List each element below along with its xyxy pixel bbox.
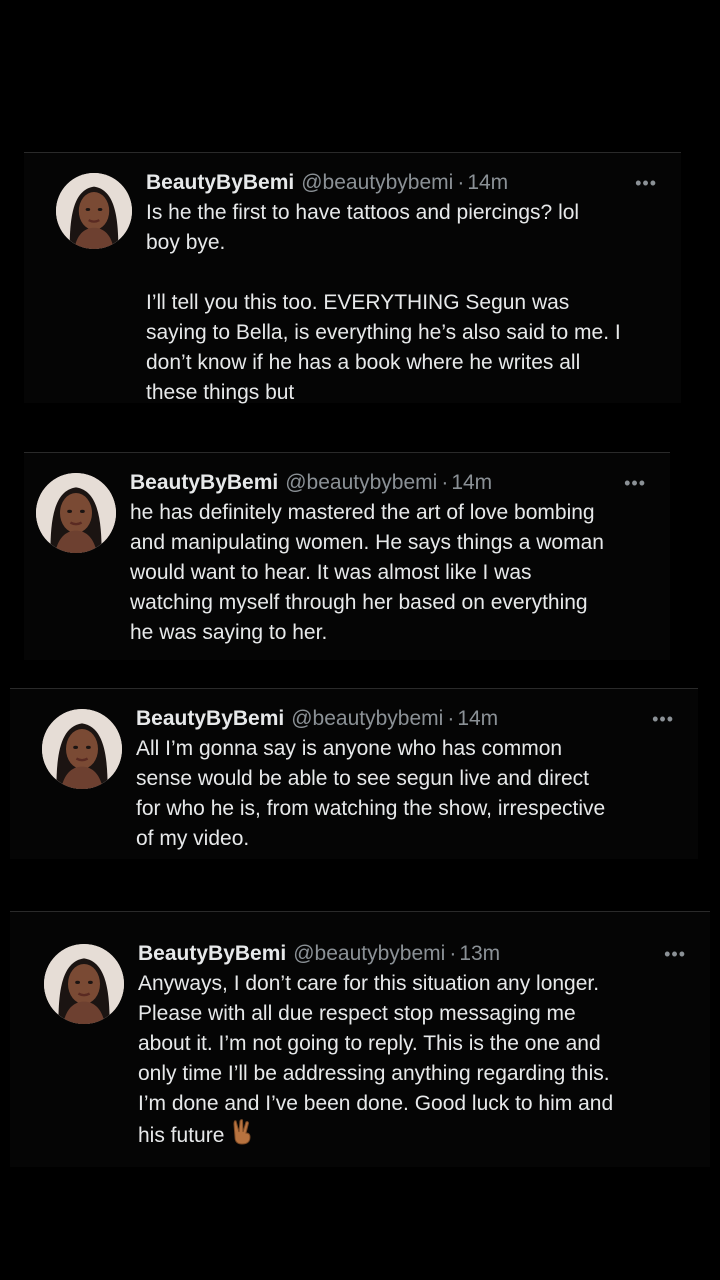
separator: · (457, 171, 465, 194)
separator: · (449, 942, 457, 965)
timestamp[interactable]: 14m (467, 169, 508, 197)
timestamp[interactable]: 14m (457, 705, 498, 733)
separator: · (441, 471, 449, 494)
tweet-text-content: Anyways, I don’t care for this situation… (138, 972, 614, 1147)
tweet-text: All I’m gonna say is anyone who has comm… (136, 737, 606, 850)
separator: · (447, 707, 455, 730)
profile-photo-icon (56, 173, 132, 249)
handle[interactable]: @beautybybemi (293, 940, 445, 968)
avatar[interactable] (44, 944, 124, 1024)
profile-photo-icon (42, 709, 122, 789)
timestamp[interactable]: 14m (451, 469, 492, 497)
more-options-icon[interactable]: ••• (664, 944, 686, 965)
tweet-card[interactable]: BeautyByBemi @beautybybemi · 14m ••• All… (10, 688, 698, 859)
display-name[interactable]: BeautyByBemi (138, 940, 286, 968)
tweet-card[interactable]: BeautyByBemi @beautybybemi · 14m ••• he … (24, 452, 670, 660)
tweet-text: Anyways, I don’t care for this situation… (138, 969, 710, 1154)
timestamp[interactable]: 13m (459, 940, 500, 968)
display-name[interactable]: BeautyByBemi (130, 469, 278, 497)
tweet-card[interactable]: BeautyByBemi @beautybybemi · 13m ••• Any… (10, 911, 710, 1167)
profile-photo-icon (44, 944, 124, 1024)
tweet-card[interactable]: BeautyByBemi @beautybybemi · 14m ••• Is … (24, 152, 681, 404)
victory-hand-icon (230, 1119, 254, 1154)
tweet-text: Is he the first to have tattoos and pier… (146, 201, 621, 404)
tweet-text: he has definitely mastered the art of lo… (130, 501, 604, 644)
avatar[interactable] (42, 709, 122, 789)
profile-photo-icon (36, 473, 116, 553)
avatar[interactable] (36, 473, 116, 553)
more-options-icon[interactable]: ••• (624, 473, 646, 494)
avatar[interactable] (56, 173, 132, 249)
display-name[interactable]: BeautyByBemi (146, 169, 294, 197)
more-options-icon[interactable]: ••• (635, 173, 657, 194)
display-name[interactable]: BeautyByBemi (136, 705, 284, 733)
handle[interactable]: @beautybybemi (291, 705, 443, 733)
more-options-icon[interactable]: ••• (652, 709, 674, 730)
handle[interactable]: @beautybybemi (301, 169, 453, 197)
handle[interactable]: @beautybybemi (285, 469, 437, 497)
